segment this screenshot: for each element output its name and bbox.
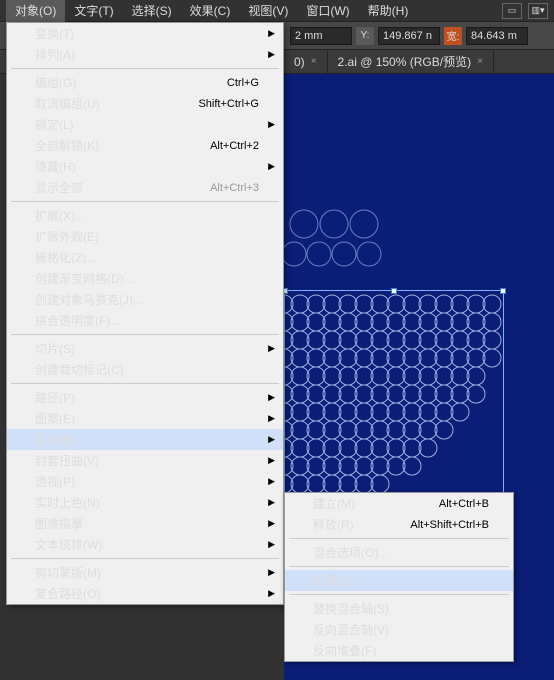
menu-effect[interactable]: 效果(C) bbox=[181, 0, 240, 22]
handle-tm[interactable] bbox=[391, 288, 397, 294]
close-icon[interactable]: × bbox=[477, 56, 483, 67]
menu-envelope[interactable]: 封套扭曲(V)▶ bbox=[7, 450, 283, 471]
menu-expandapp: 扩展外观(E) bbox=[7, 226, 283, 247]
menu-arrange[interactable]: 排列(A)▶ bbox=[7, 44, 283, 65]
menu-group[interactable]: 编组(G)Ctrl+G bbox=[7, 72, 283, 93]
separator bbox=[289, 538, 509, 539]
chevron-right-icon: ▶ bbox=[268, 588, 275, 599]
blend-submenu: 建立(M)Alt+Ctrl+B 释放(R)Alt+Shift+Ctrl+B 混合… bbox=[284, 492, 514, 662]
chevron-right-icon: ▶ bbox=[268, 28, 275, 39]
menu-mosaic: 创建对象马赛克(J)... bbox=[7, 289, 283, 310]
menu-expand[interactable]: 扩展(X)... bbox=[7, 205, 283, 226]
workspace-icon[interactable]: ▭ bbox=[502, 3, 522, 19]
menu-flatten[interactable]: 拼合透明度(F)... bbox=[7, 310, 283, 331]
menu-help[interactable]: 帮助(H) bbox=[359, 0, 418, 22]
menu-slice[interactable]: 切片(S)▶ bbox=[7, 338, 283, 359]
separator bbox=[11, 68, 279, 69]
separator bbox=[11, 334, 279, 335]
chevron-right-icon: ▶ bbox=[268, 476, 275, 487]
separator bbox=[11, 383, 279, 384]
separator bbox=[11, 558, 279, 559]
chevron-right-icon: ▶ bbox=[268, 539, 275, 550]
chevron-right-icon: ▶ bbox=[268, 392, 275, 403]
y-label: Y: bbox=[356, 27, 374, 45]
menu-imagetrace[interactable]: 图像描摹▶ bbox=[7, 513, 283, 534]
menu-rasterize[interactable]: 栅格化(Z)... bbox=[7, 247, 283, 268]
menu-textwrap[interactable]: 文本绕排(W)▶ bbox=[7, 534, 283, 555]
chevron-right-icon: ▶ bbox=[268, 518, 275, 529]
menu-perspective[interactable]: 透视(P)▶ bbox=[7, 471, 283, 492]
separator bbox=[289, 566, 509, 567]
submenu-options[interactable]: 混合选项(O)... bbox=[285, 542, 513, 563]
menu-path[interactable]: 路径(P)▶ bbox=[7, 387, 283, 408]
chevron-right-icon: ▶ bbox=[268, 567, 275, 578]
chevron-right-icon: ▶ bbox=[268, 343, 275, 354]
separator bbox=[289, 594, 509, 595]
tab-2[interactable]: 2.ai @ 150% (RGB/预览)× bbox=[328, 49, 494, 74]
menu-window[interactable]: 窗口(W) bbox=[297, 0, 358, 22]
chevron-right-icon: ▶ bbox=[268, 455, 275, 466]
handle-tl[interactable] bbox=[284, 288, 288, 294]
menu-ungroup[interactable]: 取消编组(U)Shift+Ctrl+G bbox=[7, 93, 283, 114]
menu-showall: 显示全部Alt+Ctrl+3 bbox=[7, 177, 283, 198]
menu-clipmask[interactable]: 剪切蒙版(M)▶ bbox=[7, 562, 283, 583]
menu-select[interactable]: 选择(S) bbox=[123, 0, 181, 22]
menu-lock[interactable]: 锁定(L)▶ bbox=[7, 114, 283, 135]
menu-view[interactable]: 视图(V) bbox=[239, 0, 297, 22]
close-icon[interactable]: × bbox=[311, 56, 317, 67]
menu-type[interactable]: 文字(T) bbox=[65, 0, 122, 22]
submenu-replace: 替换混合轴(S) bbox=[285, 598, 513, 619]
x-input[interactable] bbox=[290, 27, 352, 45]
chevron-right-icon: ▶ bbox=[268, 413, 275, 424]
menu-trimmarks[interactable]: 创建裁切标记(C) bbox=[7, 359, 283, 380]
separator bbox=[11, 201, 279, 202]
menu-object[interactable]: 对象(O) bbox=[6, 0, 65, 22]
tab-1[interactable]: 0)× bbox=[284, 51, 328, 73]
chevron-right-icon: ▶ bbox=[268, 434, 275, 445]
y-input[interactable] bbox=[378, 27, 440, 45]
menu-unlockall[interactable]: 全部解锁(K)Alt+Ctrl+2 bbox=[7, 135, 283, 156]
handle-tr[interactable] bbox=[500, 288, 506, 294]
menu-transform[interactable]: 变换(T)▶ bbox=[7, 23, 283, 44]
menu-livepaint[interactable]: 实时上色(N)▶ bbox=[7, 492, 283, 513]
chevron-right-icon: ▶ bbox=[268, 497, 275, 508]
submenu-expand[interactable]: 扩展(E) bbox=[285, 570, 513, 591]
layout-icon[interactable]: ▥▾ bbox=[528, 3, 548, 19]
w-label: 宽: bbox=[444, 27, 462, 45]
w-input[interactable] bbox=[466, 27, 528, 45]
submenu-reverse[interactable]: 反向混合轴(V) bbox=[285, 619, 513, 640]
object-menu: 变换(T)▶ 排列(A)▶ 编组(G)Ctrl+G 取消编组(U)Shift+C… bbox=[6, 22, 284, 605]
chevron-right-icon: ▶ bbox=[268, 161, 275, 172]
menu-hide[interactable]: 隐藏(H)▶ bbox=[7, 156, 283, 177]
submenu-make[interactable]: 建立(M)Alt+Ctrl+B bbox=[285, 493, 513, 514]
menu-compound[interactable]: 复合路径(O)▶ bbox=[7, 583, 283, 604]
menu-pattern[interactable]: 图案(E)▶ bbox=[7, 408, 283, 429]
chevron-right-icon: ▶ bbox=[268, 119, 275, 130]
submenu-release[interactable]: 释放(R)Alt+Shift+Ctrl+B bbox=[285, 514, 513, 535]
chevron-right-icon: ▶ bbox=[268, 49, 275, 60]
menu-blend[interactable]: 混合(B)▶ bbox=[7, 429, 283, 450]
submenu-reversefb[interactable]: 反向堆叠(F) bbox=[285, 640, 513, 661]
menubar: 对象(O) 文字(T) 选择(S) 效果(C) 视图(V) 窗口(W) 帮助(H… bbox=[0, 0, 554, 22]
menu-gradmesh: 创建渐变网格(D)... bbox=[7, 268, 283, 289]
